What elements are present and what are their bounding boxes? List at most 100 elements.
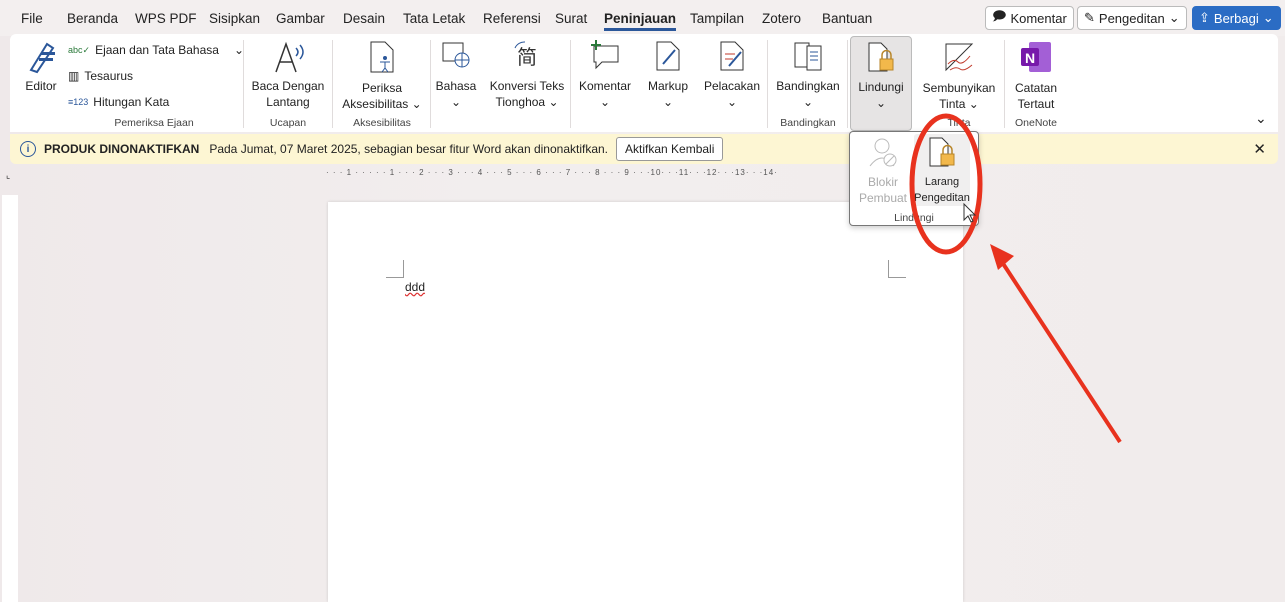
group-label-pemeriksa-ejaan: Pemeriksa Ejaan	[114, 117, 194, 129]
menu-sisipkan[interactable]: Sisipkan	[209, 11, 260, 26]
menu-zotero[interactable]: Zotero	[762, 11, 801, 26]
group-label-ucapan: Ucapan	[269, 117, 307, 129]
chevron-down-icon: ⌄	[726, 95, 738, 109]
hide-ink-icon	[945, 43, 974, 72]
periksa-aksesibilitas-button[interactable]: Periksa Aksesibilitas ⌄	[336, 40, 428, 112]
restrict-editing-lock-icon	[929, 137, 955, 167]
bandingkan-button[interactable]: Bandingkan ⌄	[772, 40, 844, 110]
catatan-tertaut-button[interactable]: N Catatan Tertaut	[1008, 40, 1064, 112]
baca-lantang-button[interactable]: Baca Dengan Lantang	[248, 40, 328, 110]
document-text[interactable]: ddd	[405, 280, 425, 294]
lindungi-dropdown: Blokir Pembuat Larang Pengeditan Lindungi	[849, 131, 979, 226]
pengeditan-label: Pengeditan	[1098, 10, 1165, 26]
document-page[interactable]: ddd	[328, 202, 963, 602]
chevron-down-icon: ⌄	[802, 95, 814, 109]
larang-label-2: Pengeditan	[914, 192, 970, 204]
sembunyikan-tinta-button[interactable]: Sembunyikan Tinta ⌄	[918, 40, 1000, 112]
markup-label: Markup	[647, 79, 688, 93]
group-label-tinta: Tinta	[947, 117, 971, 129]
menu-bantuan[interactable]: Bantuan	[822, 11, 872, 26]
komentar-ribbon-button[interactable]: Komentar ⌄	[574, 40, 636, 110]
larang-label-1: Larang	[924, 176, 960, 188]
menu-surat[interactable]: Surat	[555, 11, 587, 26]
pengeditan-button[interactable]: ✎ Pengeditan ⌄	[1077, 6, 1187, 30]
ejaan-label: Ejaan dan Tata Bahasa	[95, 43, 219, 57]
language-globe-icon	[442, 42, 470, 68]
berbagi-button[interactable]: ⇪ Berbagi ⌄	[1192, 6, 1281, 30]
sembunyikan-label-2: Tinta	[939, 97, 966, 111]
menu-file[interactable]: File	[21, 11, 43, 26]
menu-beranda[interactable]: Beranda	[67, 11, 118, 26]
bahasa-label: Bahasa	[435, 79, 477, 93]
menu-desain[interactable]: Desain	[343, 11, 385, 26]
divider	[243, 40, 244, 128]
pelacakan-button[interactable]: Pelacakan ⌄	[700, 40, 764, 110]
sembunyikan-label-1: Sembunyikan	[922, 81, 996, 95]
chevron-down-icon: ⌄	[662, 95, 674, 109]
vertical-ruler[interactable]	[2, 195, 18, 602]
compare-icon	[794, 42, 822, 71]
chevron-down-icon: ⌄	[548, 95, 559, 109]
editor-button[interactable]: Editor	[20, 40, 62, 94]
tesaurus-button[interactable]: ▥ Tesaurus	[68, 69, 133, 83]
divider	[332, 40, 333, 128]
periksa-label-1: Periksa	[361, 81, 402, 95]
svg-text:简: 简	[517, 46, 537, 69]
menu-gambar[interactable]: Gambar	[276, 11, 325, 26]
pelacakan-label: Pelacakan	[703, 79, 761, 93]
ejaan-button[interactable]: abc✓ Ejaan dan Tata Bahasa ⌄	[68, 43, 244, 57]
konversi-teks-button[interactable]: 简 Konversi Teks Tionghoa ⌄	[486, 40, 568, 110]
divider	[1004, 40, 1005, 128]
bahasa-button[interactable]: Bahasa ⌄	[434, 40, 478, 110]
konversi-label-1: Konversi Teks	[489, 79, 565, 93]
chinese-convert-icon: 简	[514, 41, 537, 69]
menu-referensi[interactable]: Referensi	[483, 11, 541, 26]
blokir-label-1: Blokir	[867, 175, 898, 189]
menu-wps-pdf[interactable]: WPS PDF	[135, 11, 197, 26]
markup-doc-icon	[656, 41, 680, 71]
chevron-down-icon: ⌄	[411, 97, 422, 111]
larang-pengeditan-button[interactable]: Larang Pengeditan	[914, 134, 970, 206]
menu-tata-letak[interactable]: Tata Letak	[403, 11, 465, 26]
tab-stop-selector[interactable]: ⌞	[6, 170, 10, 181]
divider	[767, 40, 768, 128]
lindungi-button[interactable]: Lindungi ⌄	[850, 36, 912, 131]
ribbon-expand-chevron-icon[interactable]: ⌄	[1255, 110, 1267, 127]
catatan-label-1: Catatan	[1014, 81, 1058, 95]
track-changes-icon	[720, 41, 744, 71]
group-label-onenote: OneNote	[1014, 117, 1058, 129]
chevron-down-icon: ⌄	[1262, 10, 1274, 25]
group-label-bandingkan: Bandingkan	[780, 117, 836, 129]
onenote-icon: N	[1021, 42, 1051, 72]
tesaurus-label: Tesaurus	[84, 69, 134, 83]
horizontal-ruler[interactable]: · · · 1 · · · · · 1 · · · 2 · · · 3 · · …	[326, 168, 846, 182]
komentar-button[interactable]: 🗩 Komentar	[985, 6, 1074, 30]
markup-button[interactable]: Markup ⌄	[640, 40, 696, 110]
blokir-pembuat-button[interactable]: Blokir Pembuat	[854, 136, 912, 206]
read-aloud-icon	[275, 41, 304, 73]
close-icon[interactable]: ✕	[1253, 140, 1266, 158]
word-count-icon: ≡123	[68, 97, 89, 107]
annotation-arrowhead	[990, 244, 1014, 270]
dropdown-group-label: Lindungi	[894, 212, 934, 224]
comment-icon: 🗩	[992, 8, 1007, 23]
hitungan-kata-button[interactable]: ≡123 Hitungan Kata	[68, 95, 169, 109]
book-icon: ▥	[68, 69, 80, 83]
catatan-label-2: Tertaut	[1017, 97, 1055, 111]
chevron-down-icon: ⌄	[450, 95, 462, 109]
chevron-down-icon: ⌄	[875, 96, 887, 110]
menu-peninjauan[interactable]: Peninjauan	[604, 11, 677, 31]
annotation-arrow	[1000, 260, 1122, 444]
divider	[430, 40, 431, 128]
chevron-down-icon: ⌄	[599, 95, 611, 109]
komentar-label: Komentar	[1010, 10, 1067, 26]
hitungan-label: Hitungan Kata	[93, 95, 170, 109]
periksa-label-2: Aksesibilitas	[342, 97, 409, 111]
aktifkan-kembali-button[interactable]: Aktifkan Kembali	[616, 137, 724, 161]
chevron-down-icon: ⌄	[1168, 10, 1180, 25]
info-message: Pada Jumat, 07 Maret 2025, sebagian besa…	[209, 142, 609, 156]
bandingkan-label: Bandingkan	[776, 79, 840, 93]
protect-lock-icon	[868, 42, 894, 72]
editor-label: Editor	[25, 79, 57, 93]
menu-tampilan[interactable]: Tampilan	[690, 11, 744, 26]
